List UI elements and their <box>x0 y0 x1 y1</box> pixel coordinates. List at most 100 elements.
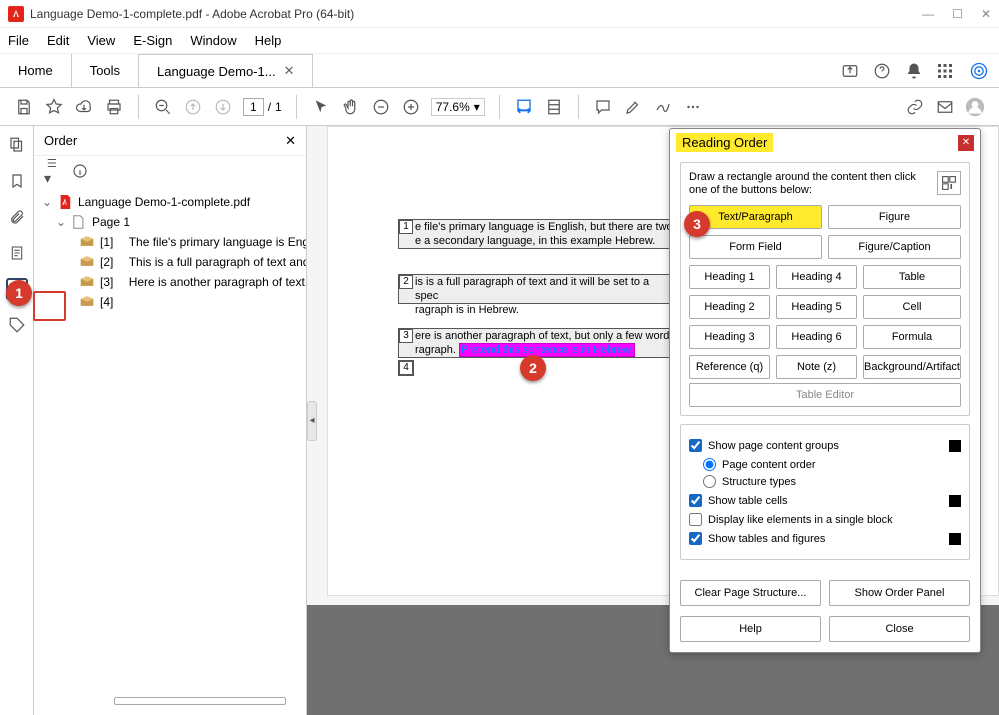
close-tab-icon[interactable]: ✕ <box>284 63 295 79</box>
radio-structure-types[interactable]: Structure types <box>703 475 961 488</box>
box-icon <box>80 255 94 269</box>
callout-2: 2 <box>520 355 546 381</box>
share-icon[interactable] <box>841 62 859 80</box>
btn-h2[interactable]: Heading 2 <box>689 295 770 319</box>
order-tool-icon[interactable]: i <box>937 171 961 195</box>
region-text-3: ere is another paragraph of text, but on… <box>415 329 677 357</box>
btn-note[interactable]: Note (z) <box>776 355 857 379</box>
zoom-out-icon[interactable] <box>371 97 391 117</box>
panel-scrollbar[interactable] <box>114 697 286 705</box>
menu-file[interactable]: File <box>8 33 29 48</box>
tree-item-2[interactable]: [2] This is a full paragraph of text and <box>34 252 306 272</box>
star-icon[interactable] <box>44 97 64 117</box>
btn-clear-structure[interactable]: Clear Page Structure... <box>680 580 821 606</box>
help-icon[interactable] <box>873 62 891 80</box>
menu-help[interactable]: Help <box>255 33 282 48</box>
thumbnails-icon[interactable] <box>6 134 28 156</box>
content-icon[interactable] <box>6 242 28 264</box>
menubar: File Edit View E-Sign Window Help <box>0 28 999 54</box>
apps-icon[interactable] <box>937 63 955 79</box>
close-dialog-icon[interactable]: ✕ <box>958 135 974 151</box>
save-icon[interactable] <box>14 97 34 117</box>
fit-width-icon[interactable] <box>514 97 534 117</box>
tree-item-3[interactable]: [3] Here is another paragraph of text, <box>34 272 306 292</box>
page-field[interactable]: 1 / 1 <box>243 98 282 116</box>
region-text-2: is is a full paragraph of text and it wi… <box>415 275 677 317</box>
megaphone-icon[interactable] <box>969 61 987 81</box>
close-panel-icon[interactable]: ✕ <box>285 133 296 149</box>
btn-h3[interactable]: Heading 3 <box>689 325 770 349</box>
select-icon[interactable] <box>311 97 331 117</box>
zoom-in-icon[interactable] <box>401 97 421 117</box>
zoom-out-find-icon[interactable] <box>153 97 173 117</box>
link-icon[interactable] <box>905 97 925 117</box>
btn-formula[interactable]: Formula <box>863 325 961 349</box>
highlight-icon[interactable] <box>623 97 643 117</box>
tab-tools[interactable]: Tools <box>72 54 139 87</box>
panel-options-icon[interactable]: ▾ <box>44 156 62 187</box>
btn-table[interactable]: Table <box>863 265 961 289</box>
menu-esign[interactable]: E-Sign <box>133 33 172 48</box>
menu-view[interactable]: View <box>87 33 115 48</box>
tabbar: Home Tools Language Demo-1... ✕ <box>0 54 999 88</box>
hand-icon[interactable] <box>341 97 361 117</box>
tab-home[interactable]: Home <box>0 54 72 87</box>
reading-order-dialog[interactable]: Reading Order ✕ Draw a rectangle around … <box>669 128 981 653</box>
menu-window[interactable]: Window <box>190 33 236 48</box>
splitter-handle[interactable]: ◂ <box>307 401 317 441</box>
more-icon[interactable] <box>683 97 703 117</box>
chk-show-groups[interactable]: Show page content groups <box>689 439 961 452</box>
region-number-4: 4 <box>399 361 413 375</box>
page-display-icon[interactable] <box>544 97 564 117</box>
tree-item-1[interactable]: [1] The file's primary language is Engli <box>34 232 306 252</box>
tab-document[interactable]: Language Demo-1... ✕ <box>139 54 313 87</box>
chk-display-like[interactable]: Display like elements in a single block <box>689 513 961 526</box>
btn-cell[interactable]: Cell <box>863 295 961 319</box>
attachment-icon[interactable] <box>6 206 28 228</box>
close-window-icon[interactable]: ✕ <box>981 7 991 21</box>
radio-page-order[interactable]: Page content order <box>703 458 961 471</box>
bell-icon[interactable] <box>905 62 923 80</box>
toolbar: 1 / 1 77.6%▾ <box>0 88 999 126</box>
callout-1-rect <box>33 291 66 321</box>
btn-close[interactable]: Close <box>829 616 970 642</box>
btn-reference[interactable]: Reference (q) <box>689 355 770 379</box>
chk-show-tables-figs[interactable]: Show tables and figures <box>689 532 961 545</box>
fill-sign-icon[interactable] <box>653 97 673 117</box>
minimize-icon[interactable]: — <box>922 7 934 21</box>
btn-h1[interactable]: Heading 1 <box>689 265 770 289</box>
btn-form-field[interactable]: Form Field <box>689 235 822 259</box>
region-number-3: 3 <box>399 329 413 343</box>
info-icon[interactable] <box>72 163 88 179</box>
btn-table-editor: Table Editor <box>689 383 961 407</box>
callout-3: 3 <box>684 211 710 237</box>
btn-show-order-panel[interactable]: Show Order Panel <box>829 580 970 606</box>
account-icon[interactable] <box>965 97 985 117</box>
bookmark-icon[interactable] <box>6 170 28 192</box>
prev-page-icon[interactable] <box>183 97 203 117</box>
tree-item-4[interactable]: [4] <box>34 292 306 312</box>
chk-show-cells[interactable]: Show table cells <box>689 494 961 507</box>
tree-page[interactable]: ⌄ Page 1 <box>34 212 306 232</box>
region-number-2: 2 <box>399 275 413 289</box>
order-panel: Order ✕ ▾ ⌄ Language Demo-1-complete.pdf… <box>34 126 307 715</box>
menu-edit[interactable]: Edit <box>47 33 69 48</box>
comment-icon[interactable] <box>593 97 613 117</box>
tab-document-label: Language Demo-1... <box>157 64 276 79</box>
btn-help[interactable]: Help <box>680 616 821 642</box>
zoom-field[interactable]: 77.6%▾ <box>431 98 485 116</box>
cloud-icon[interactable] <box>74 97 94 117</box>
btn-h4[interactable]: Heading 4 <box>776 265 857 289</box>
next-page-icon[interactable] <box>213 97 233 117</box>
btn-h5[interactable]: Heading 5 <box>776 295 857 319</box>
tags-icon[interactable] <box>6 314 28 336</box>
tree-doc-root[interactable]: ⌄ Language Demo-1-complete.pdf <box>34 192 306 212</box>
btn-h6[interactable]: Heading 6 <box>776 325 857 349</box>
btn-background[interactable]: Background/Artifact <box>863 355 961 379</box>
callout-1: 1 <box>6 280 32 306</box>
btn-figure-caption[interactable]: Figure/Caption <box>828 235 961 259</box>
btn-figure[interactable]: Figure <box>828 205 961 229</box>
maximize-icon[interactable]: ☐ <box>952 7 963 21</box>
email-icon[interactable] <box>935 97 955 117</box>
print-icon[interactable] <box>104 97 124 117</box>
